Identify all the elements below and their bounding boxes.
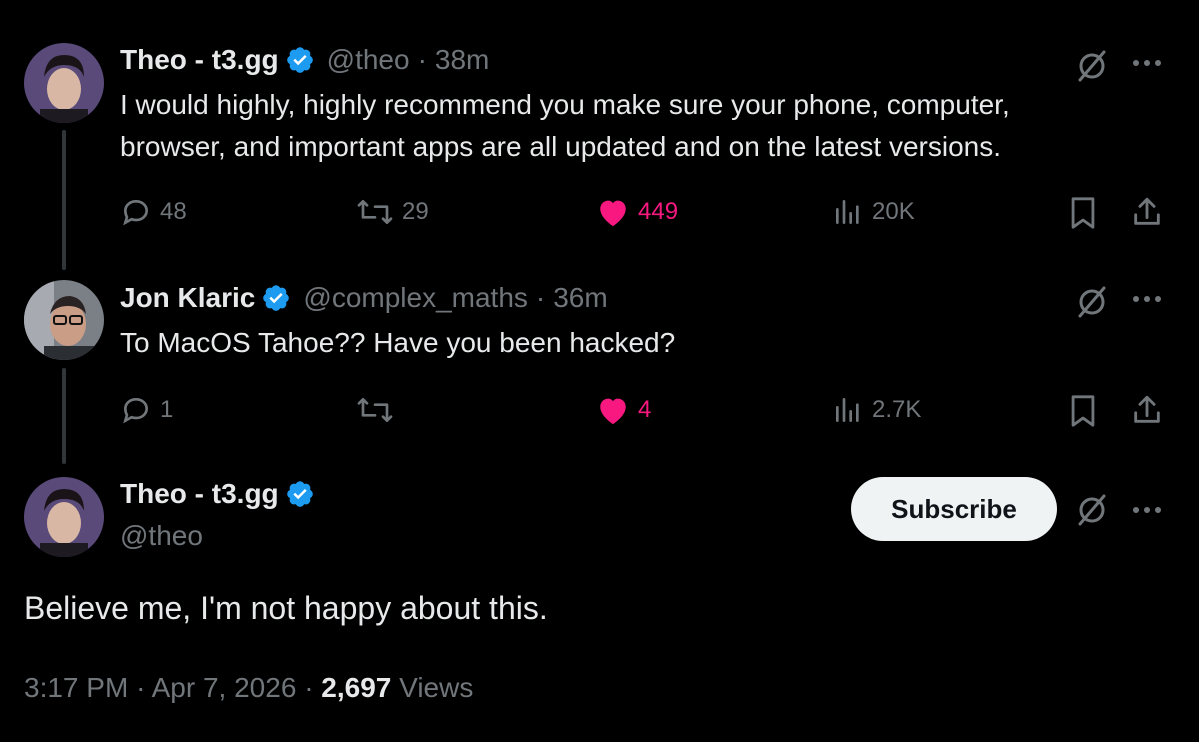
thread-line (62, 130, 66, 270)
reply-button[interactable]: 1 (120, 394, 173, 426)
heart-icon (600, 398, 626, 425)
views-count: 20K (872, 198, 915, 225)
separator: · (304, 672, 314, 703)
repost-icon (357, 200, 393, 224)
author-name[interactable]: Theo - t3.gg (120, 478, 279, 510)
avatar-theo[interactable] (24, 477, 104, 557)
reply-icon (123, 199, 149, 226)
share-icon[interactable] (1130, 194, 1164, 235)
views-button[interactable]: 20K (832, 196, 915, 228)
subscribe-button[interactable]: Subscribe (851, 477, 1057, 541)
grok-icon[interactable] (1074, 492, 1110, 533)
repost-button[interactable]: 29 (356, 196, 429, 228)
tweet-time[interactable]: 36m (553, 282, 607, 314)
main-tweet-text: Believe me, I'm not happy about this. (24, 590, 548, 626)
like-count: 449 (638, 198, 679, 225)
views-count: 2,697 (321, 672, 392, 703)
separator: · (417, 44, 427, 75)
more-icon[interactable] (1130, 503, 1164, 521)
tweet-meta: 3:17 PM · Apr 7, 2026 · 2,697 Views (24, 672, 473, 704)
post-time[interactable]: 3:17 PM (24, 672, 128, 703)
views-count: 2.7K (872, 396, 922, 423)
main-tweet-header: Theo - t3.gg (120, 478, 315, 510)
repost-count: 29 (402, 198, 429, 225)
author-handle[interactable]: @complex_maths (303, 282, 528, 314)
more-icon[interactable] (1130, 56, 1164, 74)
views-button[interactable]: 2.7K (832, 394, 921, 426)
bookmark-icon[interactable] (1068, 196, 1098, 235)
avatar-jon[interactable] (24, 280, 104, 360)
tweet2-text: To MacOS Tahoe?? Have you been hacked? (120, 327, 676, 358)
views-label: Views (399, 672, 474, 703)
bookmark-icon[interactable] (1068, 394, 1098, 433)
share-icon[interactable] (1130, 392, 1164, 433)
more-icon[interactable] (1130, 292, 1164, 310)
author-name[interactable]: Theo - t3.gg (120, 44, 279, 76)
tweet-time[interactable]: 38m (435, 44, 489, 76)
grok-icon[interactable] (1074, 48, 1110, 89)
reply-icon (123, 397, 149, 424)
post-date[interactable]: Apr 7, 2026 (152, 672, 297, 703)
tweet-text-line: browser, and important apps are all upda… (120, 131, 1001, 162)
tweet1-header: Theo - t3.gg @theo · 38m (120, 44, 489, 76)
reply-count: 48 (160, 198, 187, 225)
like-button[interactable]: 449 (596, 196, 678, 228)
heart-icon (600, 200, 626, 227)
tweet1-text: I would highly, highly recommend you mak… (120, 84, 1010, 168)
thread-line (62, 368, 66, 464)
reply-button[interactable]: 48 (120, 196, 187, 228)
tweet2-header: Jon Klaric @complex_maths · 36m (120, 282, 608, 314)
author-name[interactable]: Jon Klaric (120, 282, 255, 314)
views-icon (836, 398, 859, 422)
separator: · (136, 672, 146, 703)
verified-badge-icon (285, 45, 315, 75)
grok-icon[interactable] (1074, 284, 1110, 325)
views-icon (836, 200, 859, 224)
author-handle[interactable]: @theo (327, 44, 410, 76)
tweet-text-line: I would highly, highly recommend you mak… (120, 89, 1010, 120)
reply-count: 1 (160, 396, 174, 423)
verified-badge-icon (285, 479, 315, 509)
separator: · (535, 282, 546, 313)
avatar-theo[interactable] (24, 43, 104, 123)
author-handle[interactable]: @theo (120, 520, 203, 552)
like-count: 4 (638, 396, 652, 423)
repost-icon (357, 398, 393, 422)
like-button[interactable]: 4 (596, 394, 651, 426)
repost-button[interactable] (356, 394, 402, 426)
verified-badge-icon (261, 283, 291, 313)
